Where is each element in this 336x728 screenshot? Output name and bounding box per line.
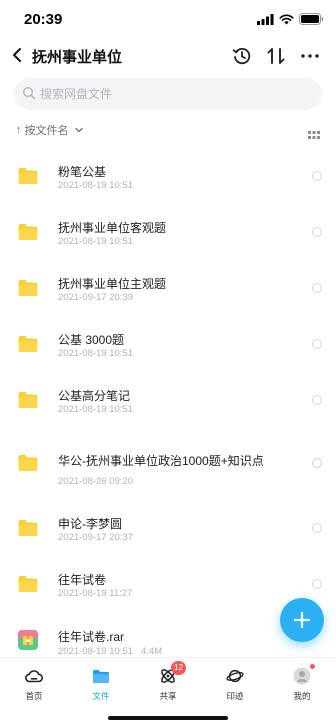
- select-checkbox[interactable]: [312, 395, 322, 405]
- cloud-icon: [25, 667, 43, 685]
- tab-label: 文件: [92, 691, 110, 701]
- select-checkbox[interactable]: [312, 458, 322, 468]
- file-row[interactable]: 公基高分笔记 2021-08-19 10:51: [0, 372, 336, 428]
- planet-icon: [226, 667, 244, 685]
- sort-direction-arrow: ↑: [16, 124, 22, 136]
- file-date: 2021-08-19 11:27: [58, 588, 133, 599]
- sort-row: ↑ 按文件名: [0, 118, 336, 142]
- tab-home[interactable]: 首页: [6, 658, 62, 708]
- file-meta: 2021-09-17 20:39: [58, 292, 133, 303]
- file-name: 公基 3000题: [58, 333, 125, 347]
- home-indicator: [108, 716, 228, 720]
- folder-icon: [18, 336, 38, 352]
- share-badge: 12: [171, 661, 186, 675]
- file-date: 2021-08-26 09:20: [58, 476, 134, 487]
- tab-label: 共享: [159, 691, 177, 701]
- file-date: 2021-09-17 20:37: [58, 532, 134, 543]
- more-button[interactable]: [298, 44, 322, 68]
- tab-files[interactable]: 文件: [73, 658, 129, 708]
- notification-dot: [309, 663, 316, 670]
- archive-file-icon: [18, 630, 38, 650]
- signal-icon: [257, 13, 274, 25]
- file-meta: 2021-08-19 10:51: [58, 236, 133, 247]
- tab-traces[interactable]: 印迹: [207, 658, 263, 708]
- back-button[interactable]: [8, 43, 26, 67]
- folder-icon: [18, 168, 38, 184]
- folder-icon: [18, 520, 38, 536]
- file-meta: 2021-08-19 10:51: [58, 404, 133, 415]
- sort-label: 按文件名: [24, 125, 69, 137]
- sort-order-button[interactable]: [264, 44, 288, 68]
- file-meta: 2021-08-19 10:51: [58, 348, 133, 359]
- wifi-icon: [279, 14, 294, 24]
- file-meta: 2021-09-17 20:37: [58, 532, 133, 543]
- file-size: 4.4M: [141, 646, 163, 657]
- file-meta: 2021-08-19 10:51: [58, 180, 133, 191]
- select-checkbox[interactable]: [312, 283, 322, 293]
- file-date: 2021-09-17 20:39: [58, 292, 134, 303]
- file-meta: 2021-08-26 09:20: [58, 476, 133, 487]
- file-name: 华公-抚州事业单位政治1000题+知识点: [58, 454, 264, 468]
- file-row[interactable]: 粉笔公基 2021-08-19 10:51: [0, 148, 336, 204]
- page-title: 抚州事业单位: [32, 49, 123, 66]
- file-name: 抚州事业单位主观题: [58, 277, 167, 291]
- battery-icon: [299, 13, 324, 25]
- file-date: 2021-08-19 10:51: [58, 348, 134, 359]
- file-name: 公基高分笔记: [58, 389, 131, 403]
- file-date: 2021-08-19 10:51: [58, 404, 134, 415]
- select-checkbox[interactable]: [312, 227, 322, 237]
- file-date: 2021-08-19 10:51: [58, 180, 134, 191]
- file-name: 申论-李梦圆: [58, 517, 122, 531]
- file-date: 2021-08-19 10:51: [58, 646, 134, 657]
- sort-by-name-button[interactable]: ↑ 按文件名: [16, 122, 83, 138]
- bottom-tab-bar: 首页 文件 12 共享 印迹 我的: [0, 657, 336, 707]
- search-icon: [22, 86, 36, 100]
- file-name: 抚州事业单位客观题: [58, 221, 167, 235]
- folder-icon: [18, 576, 38, 592]
- file-row[interactable]: 抚州事业单位主观题 2021-09-17 20:39: [0, 260, 336, 316]
- folder-icon: [18, 280, 38, 296]
- tab-mine[interactable]: 我的: [274, 658, 330, 708]
- file-row[interactable]: 申论-李梦圆 2021-09-17 20:37: [0, 500, 336, 556]
- file-row[interactable]: 抚州事业单位客观题 2021-08-19 10:51: [0, 204, 336, 260]
- chevron-left-icon: [13, 48, 21, 62]
- tab-label: 我的: [293, 691, 311, 701]
- folder-icon: [92, 667, 110, 685]
- upload-fab-button[interactable]: [280, 598, 324, 642]
- file-meta: 2021-08-19 11:27: [58, 588, 132, 599]
- select-checkbox[interactable]: [312, 579, 322, 589]
- file-meta: 2021-08-19 10:51 4.4M: [58, 646, 162, 657]
- tab-label: 首页: [25, 691, 43, 701]
- folder-icon: [18, 224, 38, 240]
- status-time: 20:39: [24, 11, 63, 28]
- folder-icon: [18, 392, 38, 408]
- grid-view-toggle[interactable]: [308, 126, 320, 144]
- file-row[interactable]: 公基 3000题 2021-08-19 10:51: [0, 316, 336, 372]
- file-name: 往年试卷: [58, 573, 107, 587]
- history-icon: [232, 47, 251, 65]
- history-button[interactable]: [230, 44, 254, 68]
- file-row[interactable]: 华公-抚州事业单位政治1000题+知识点 2021-08-26 09:20: [0, 428, 336, 500]
- chevron-down-icon: [74, 127, 83, 133]
- status-bar: 20:39: [0, 0, 336, 38]
- status-icons: [257, 13, 324, 25]
- tab-share[interactable]: 12 共享: [140, 658, 196, 708]
- nav-bar: 抚州事业单位: [0, 38, 336, 74]
- file-name: 粉笔公基: [58, 165, 107, 179]
- sort-arrows-icon: [267, 48, 285, 64]
- avatar-icon: [293, 667, 311, 685]
- file-name: 往年试卷.rar: [58, 630, 125, 644]
- tab-label: 印迹: [226, 691, 244, 701]
- select-checkbox[interactable]: [312, 339, 322, 349]
- select-checkbox[interactable]: [312, 523, 322, 533]
- folder-icon: [18, 455, 38, 471]
- more-icon: [301, 54, 319, 58]
- plus-icon: [293, 611, 311, 629]
- search-input[interactable]: [40, 78, 310, 110]
- select-checkbox[interactable]: [312, 171, 322, 181]
- file-date: 2021-08-19 10:51: [58, 236, 134, 247]
- grid-icon: [308, 131, 320, 139]
- search-box[interactable]: [14, 78, 322, 110]
